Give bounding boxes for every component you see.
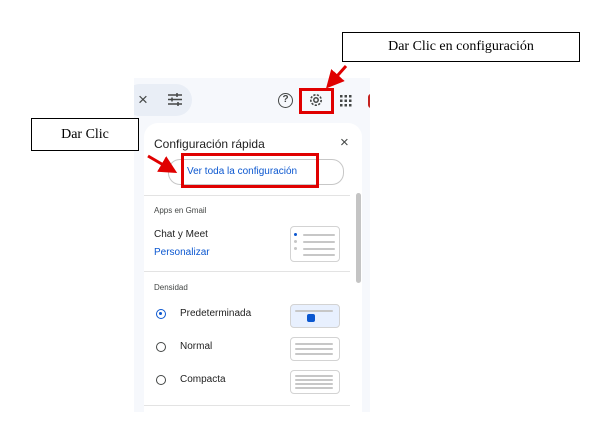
arrow-to-settings bbox=[326, 65, 348, 89]
arrow-to-see-all bbox=[147, 154, 178, 174]
annotation-arrows bbox=[147, 65, 348, 174]
